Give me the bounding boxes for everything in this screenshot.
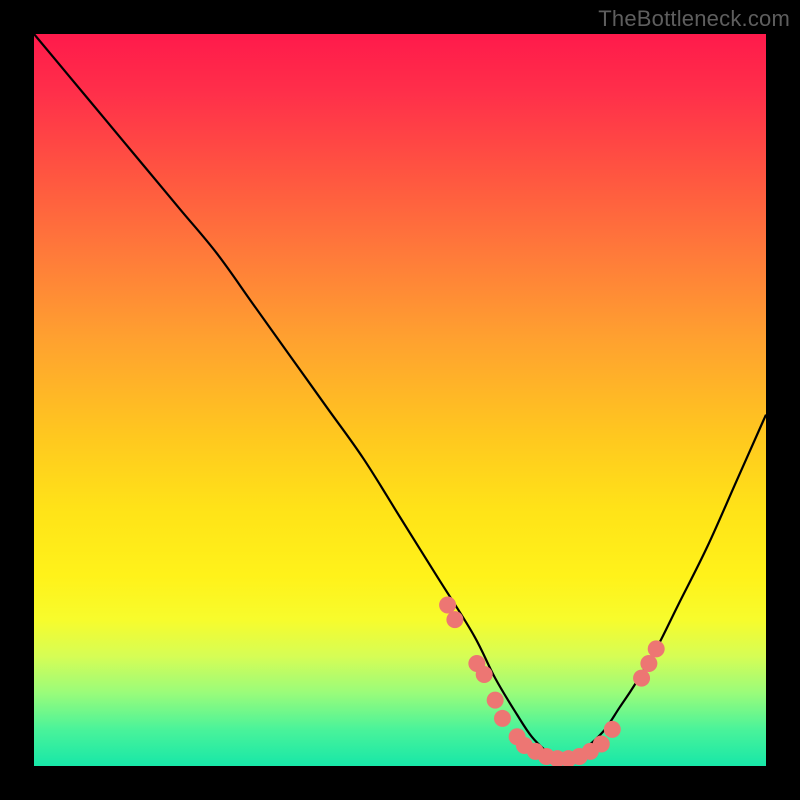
data-point	[604, 721, 621, 738]
data-point	[633, 670, 650, 687]
data-point	[648, 640, 665, 657]
curve-right	[561, 415, 766, 763]
data-point	[487, 692, 504, 709]
watermark-text: TheBottleneck.com	[598, 6, 790, 32]
curve-left	[34, 34, 561, 762]
chart-svg	[34, 34, 766, 766]
data-point	[640, 655, 657, 672]
data-point	[593, 736, 610, 753]
chart-container: TheBottleneck.com	[0, 0, 800, 800]
plot-area	[34, 34, 766, 766]
data-point	[446, 611, 463, 628]
data-point	[439, 596, 456, 613]
data-point	[494, 710, 511, 727]
scatter-dots	[439, 596, 665, 766]
data-point	[476, 666, 493, 683]
